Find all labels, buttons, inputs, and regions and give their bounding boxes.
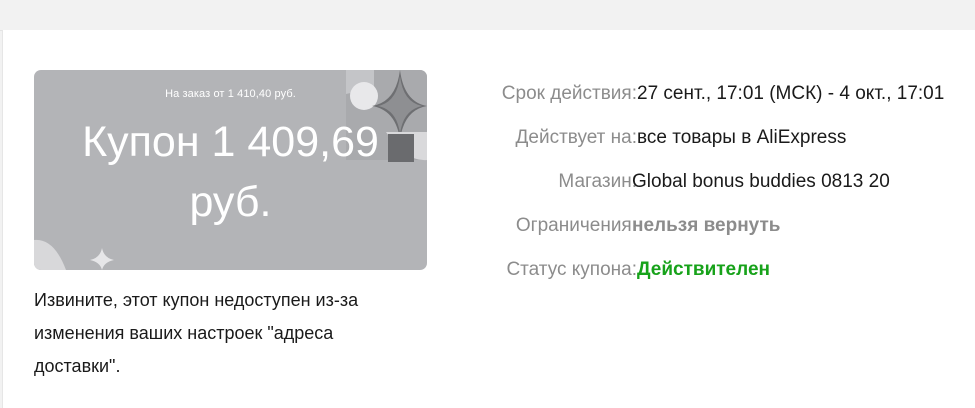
detail-row-restrictions: Ограничения: нельзя вернуть <box>430 211 975 241</box>
page: На заказ от 1 410,40 руб. Купон 1 409,69… <box>0 0 975 408</box>
detail-label: Действует на: <box>515 127 637 148</box>
coupon-amount-line1: Купон 1 409,69 <box>82 118 379 166</box>
coupon-unavailable-notice: Извините, этот купон недоступен из-за из… <box>34 284 434 383</box>
detail-row-status: Статус купона: Действителен <box>430 255 975 285</box>
notice-line: Извините, этот купон недоступен из-за <box>34 290 359 310</box>
coupon-card: На заказ от 1 410,40 руб. Купон 1 409,69… <box>34 70 427 270</box>
detail-row-applies-to: Действует на: все товары в AliExpress <box>430 123 975 153</box>
top-strip <box>0 0 975 31</box>
detail-label: Магазин: <box>558 171 637 192</box>
detail-row-validity: Срок действия: 27 сент., 17:01 (МСК) - 4… <box>430 79 975 109</box>
detail-label: Статус купона: <box>506 259 637 280</box>
coupon-status-badge: Действителен <box>637 259 770 280</box>
detail-value: все товары в AliExpress <box>637 127 847 148</box>
detail-value: 27 сент., 17:01 (МСК) - 4 окт., 17:01 <box>637 83 945 104</box>
coupon-amount-line2: руб. <box>189 178 272 226</box>
coupon-min-order: На заказ от 1 410,40 руб. <box>165 88 296 100</box>
coupon-amount: Купон 1 409,69 руб. <box>34 112 427 232</box>
notice-line: изменения ваших настроек "адреса <box>34 323 334 343</box>
detail-value: нельзя вернуть <box>632 215 781 236</box>
detail-label: Ограничения: <box>515 215 637 236</box>
notice-line: доставки". <box>34 356 121 376</box>
detail-label: Срок действия: <box>501 83 637 104</box>
detail-row-store: Магазин: Global bonus buddies 0813 20 <box>430 167 975 197</box>
detail-value: Global bonus buddies 0813 20 <box>632 171 890 192</box>
